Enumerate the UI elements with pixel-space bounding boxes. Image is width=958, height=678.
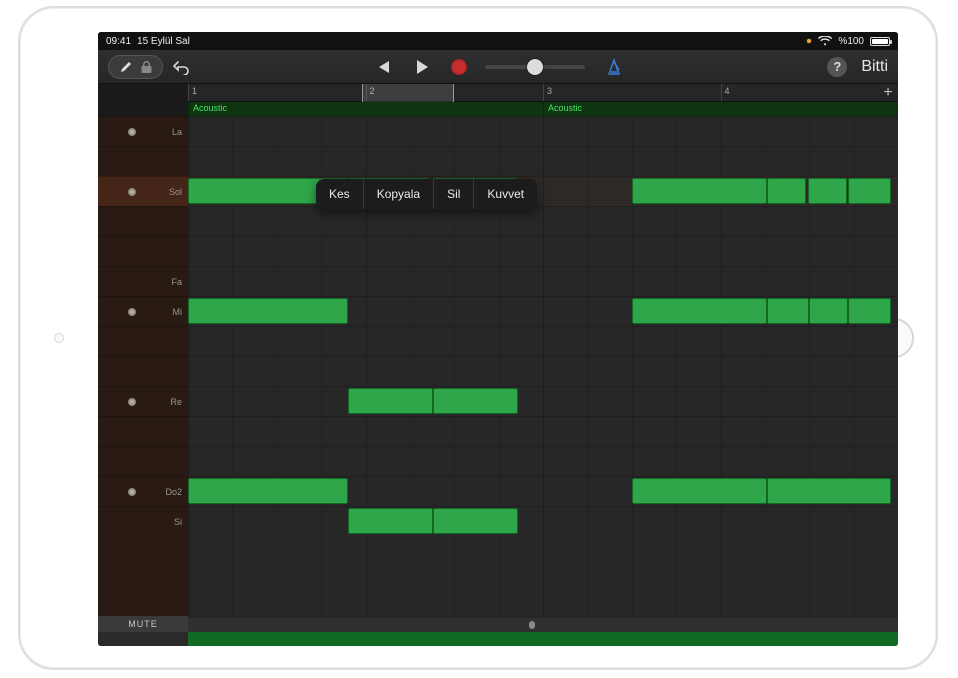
midi-note[interactable]: [433, 508, 518, 534]
track-header-row[interactable]: Fa: [98, 266, 188, 296]
track-header-row[interactable]: La: [98, 116, 188, 146]
track-header-row[interactable]: [98, 326, 188, 356]
help-button[interactable]: ?: [827, 57, 847, 77]
midi-note[interactable]: [632, 478, 767, 504]
track-header-row[interactable]: [98, 356, 188, 386]
wifi-icon: [818, 36, 832, 46]
midi-note[interactable]: [188, 478, 348, 504]
pencil-icon: [119, 60, 133, 74]
track-header-row[interactable]: [98, 206, 188, 236]
midi-note[interactable]: [767, 478, 891, 504]
midi-note[interactable]: [809, 298, 848, 324]
metronome-icon: [605, 58, 623, 76]
track-header-row[interactable]: Sol: [98, 176, 188, 206]
undo-button[interactable]: [171, 56, 193, 78]
timeline-ruler[interactable]: 1 2 3 4 +: [188, 84, 898, 102]
rewind-button[interactable]: [371, 56, 393, 78]
mute-button[interactable]: MUTE: [98, 616, 188, 632]
midi-note[interactable]: [433, 388, 518, 414]
context-menu-item-cut[interactable]: Kes: [316, 179, 364, 209]
midi-note[interactable]: [632, 178, 767, 204]
skip-back-icon: [374, 60, 390, 74]
piano-roll-editor: 1 2 3 4 + Acoustic Acoustic La Sol FaMi Re D…: [98, 84, 898, 646]
status-time: 09:41: [106, 36, 131, 47]
midi-note[interactable]: [348, 508, 433, 534]
lock-icon: [141, 60, 152, 73]
track-header-row[interactable]: [98, 416, 188, 446]
midi-note[interactable]: [848, 298, 891, 324]
master-volume-slider[interactable]: [485, 65, 585, 69]
add-section-button[interactable]: +: [880, 84, 896, 102]
ipad-camera: [54, 333, 64, 343]
track-header-footer: [98, 632, 188, 646]
slider-thumb[interactable]: [527, 59, 543, 75]
midi-note[interactable]: [767, 298, 810, 324]
region-label[interactable]: Acoustic: [543, 102, 898, 116]
record-button[interactable]: [451, 59, 467, 75]
horizontal-scrollbar[interactable]: [188, 618, 898, 632]
track-header-row[interactable]: Do2: [98, 476, 188, 506]
edit-mode-toggle[interactable]: [108, 55, 163, 79]
midi-note[interactable]: [348, 388, 433, 414]
status-date: 15 Eylül Sal: [137, 36, 190, 47]
track-header-row[interactable]: [98, 236, 188, 266]
track-header-row[interactable]: Si: [98, 506, 188, 536]
question-mark-icon: ?: [833, 59, 841, 74]
track-header-row[interactable]: Re: [98, 386, 188, 416]
bar-number: 3: [547, 86, 552, 96]
track-header-row[interactable]: [98, 146, 188, 176]
track-header-row[interactable]: Mi: [98, 296, 188, 326]
context-menu-item-copy[interactable]: Kopyala: [364, 179, 434, 209]
battery-percent: %100: [838, 36, 864, 47]
track-headers: La Sol FaMi Re Do2Si: [98, 116, 188, 618]
bar-number: 4: [725, 86, 730, 96]
undo-icon: [172, 59, 192, 75]
ruler-bar: 3: [543, 84, 721, 101]
context-menu: Kes Kopyala Sil Kuvvet: [316, 179, 537, 209]
overview-strip[interactable]: [188, 632, 898, 646]
status-bar: 09:41 15 Eylül Sal %100: [98, 32, 898, 50]
done-button[interactable]: Bitti: [861, 58, 888, 76]
ipad-frame: 09:41 15 Eylül Sal %100: [18, 6, 938, 670]
note-grid[interactable]: [188, 116, 898, 618]
midi-note[interactable]: [632, 298, 767, 324]
midi-note[interactable]: [767, 178, 806, 204]
cycle-range[interactable]: [362, 84, 454, 102]
play-button[interactable]: [411, 56, 433, 78]
ruler-bar: 1: [188, 84, 366, 101]
battery-icon: [870, 37, 890, 46]
context-menu-item-velocity[interactable]: Kuvvet: [474, 179, 537, 209]
toolbar: ? Bitti: [98, 50, 898, 84]
region-label[interactable]: Acoustic: [188, 102, 543, 116]
midi-note[interactable]: [848, 178, 891, 204]
midi-note[interactable]: [808, 178, 847, 204]
location-indicator-icon: [806, 38, 812, 44]
play-icon: [415, 59, 429, 75]
scrollbar-thumb[interactable]: [529, 621, 535, 629]
region-strip[interactable]: Acoustic Acoustic: [188, 102, 898, 116]
app-screen: 09:41 15 Eylül Sal %100: [98, 32, 898, 646]
transport-controls: [371, 56, 625, 78]
track-header-row[interactable]: [98, 446, 188, 476]
context-menu-item-delete[interactable]: Sil: [434, 179, 474, 209]
midi-note[interactable]: [188, 298, 348, 324]
ruler-bar: 4: [721, 84, 899, 101]
metronome-button[interactable]: [603, 56, 625, 78]
bar-number: 1: [192, 86, 197, 96]
